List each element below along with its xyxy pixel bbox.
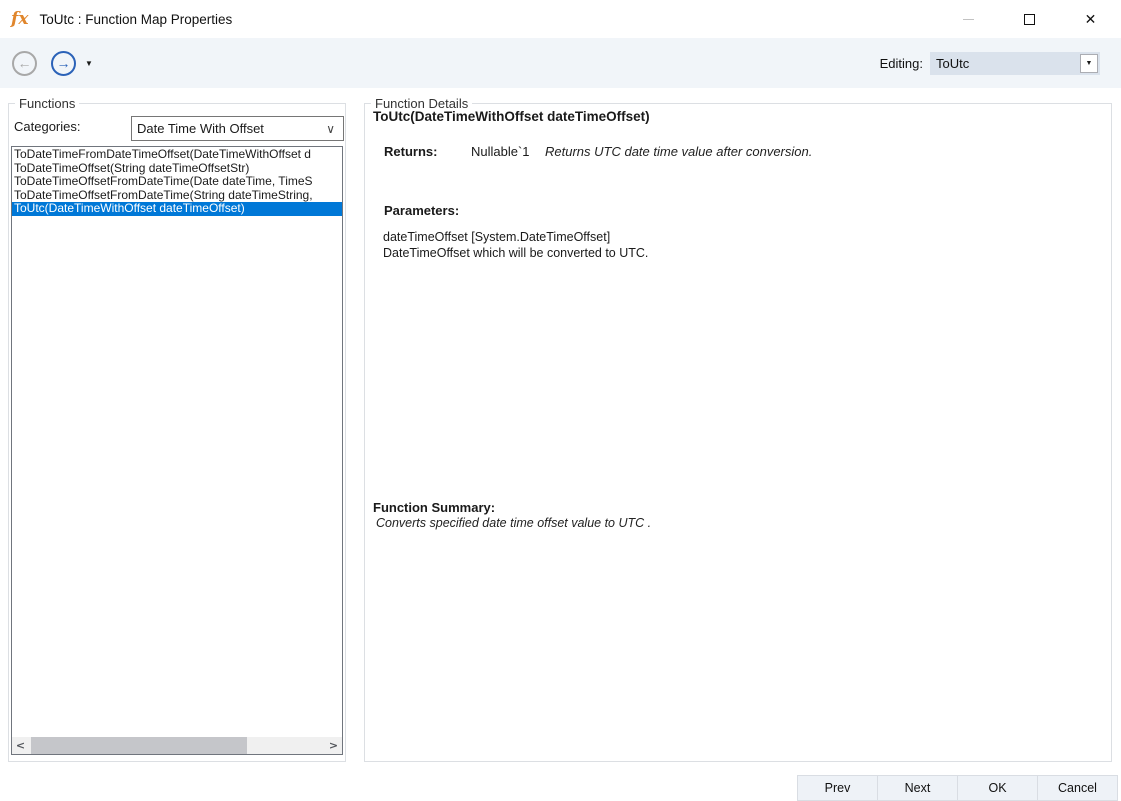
returns-label: Returns: bbox=[384, 144, 438, 159]
prev-button[interactable]: Prev bbox=[797, 775, 878, 801]
close-button[interactable]: ✕ bbox=[1060, 0, 1121, 38]
editing-value: ToUtc bbox=[936, 55, 970, 71]
function-list-item[interactable]: ToUtc(DateTimeWithOffset dateTimeOffset) bbox=[12, 202, 342, 216]
function-list-item[interactable]: ToDateTimeOffset(String dateTimeOffsetSt… bbox=[12, 162, 342, 176]
parameter-name: dateTimeOffset [System.DateTimeOffset] bbox=[383, 230, 611, 244]
scroll-left-icon[interactable]: < bbox=[12, 737, 29, 754]
function-list: ToDateTimeFromDateTimeOffset(DateTimeWit… bbox=[12, 147, 342, 216]
maximize-button[interactable] bbox=[999, 0, 1060, 38]
window-title: ToUtc : Function Map Properties bbox=[39, 11, 233, 27]
fx-icon: fx bbox=[11, 8, 29, 29]
functions-panel-title: Functions bbox=[15, 95, 80, 112]
parameters-label: Parameters: bbox=[384, 203, 460, 218]
back-arrow-icon: ← bbox=[17, 55, 32, 71]
scroll-right-icon[interactable]: > bbox=[325, 737, 342, 754]
function-list-item[interactable]: ToDateTimeFromDateTimeOffset(DateTimeWit… bbox=[12, 148, 342, 162]
function-details-panel: Function Details ToUtc(DateTimeWithOffse… bbox=[364, 95, 1112, 762]
nav-back-button[interactable]: ← bbox=[12, 50, 37, 76]
minimize-button[interactable] bbox=[938, 0, 999, 38]
categories-dropdown[interactable]: Date Time With Offset ∨ bbox=[131, 116, 344, 141]
returns-description: Returns UTC date time value after conver… bbox=[545, 144, 813, 159]
window-controls: ✕ bbox=[938, 0, 1121, 38]
footer-buttons: Prev Next OK Cancel bbox=[797, 775, 1118, 801]
combo-arrow-icon: ▼ bbox=[1085, 59, 1093, 67]
function-signature: ToUtc(DateTimeWithOffset dateTimeOffset) bbox=[373, 109, 650, 124]
returns-type: Nullable`1 bbox=[471, 144, 530, 159]
ok-button[interactable]: OK bbox=[957, 775, 1038, 801]
cancel-button[interactable]: Cancel bbox=[1037, 775, 1118, 801]
function-summary-text: Converts specified date time offset valu… bbox=[376, 516, 652, 530]
categories-label: Categories: bbox=[14, 119, 81, 134]
editing-combo-arrow-button[interactable]: ▼ bbox=[1080, 53, 1098, 73]
parameter-description: DateTimeOffset which will be converted t… bbox=[383, 245, 649, 260]
horizontal-scrollbar[interactable]: < > bbox=[12, 737, 342, 754]
maximize-icon bbox=[1024, 13, 1035, 25]
function-list-item[interactable]: ToDateTimeOffsetFromDateTime(String date… bbox=[12, 189, 342, 203]
titlebar: fx ToUtc : Function Map Properties ✕ bbox=[0, 0, 1121, 38]
editing-combobox[interactable]: ToUtc ▼ bbox=[930, 51, 1100, 75]
toolbar: ← → ▼ Editing: ToUtc ▼ bbox=[0, 38, 1121, 88]
chevron-down-icon: ∨ bbox=[326, 121, 335, 136]
function-listbox: ToDateTimeFromDateTimeOffset(DateTimeWit… bbox=[11, 146, 343, 755]
categories-selected-value: Date Time With Offset bbox=[137, 121, 264, 136]
nav-forward-button[interactable]: → bbox=[51, 50, 76, 76]
minimize-icon bbox=[963, 18, 974, 20]
parameter-block: dateTimeOffset [System.DateTimeOffset] D… bbox=[383, 230, 648, 261]
close-icon: ✕ bbox=[1084, 11, 1097, 27]
scrollbar-thumb[interactable] bbox=[31, 737, 247, 754]
functions-panel: Functions Categories: Date Time With Off… bbox=[8, 95, 346, 762]
forward-arrow-icon: → bbox=[56, 55, 71, 71]
editing-label: Editing: bbox=[879, 55, 923, 71]
function-summary-label: Function Summary: bbox=[373, 500, 496, 515]
function-list-item[interactable]: ToDateTimeOffsetFromDateTime(Date dateTi… bbox=[12, 175, 342, 189]
nav-dropdown-caret-icon[interactable]: ▼ bbox=[85, 59, 93, 68]
next-button[interactable]: Next bbox=[877, 775, 958, 801]
